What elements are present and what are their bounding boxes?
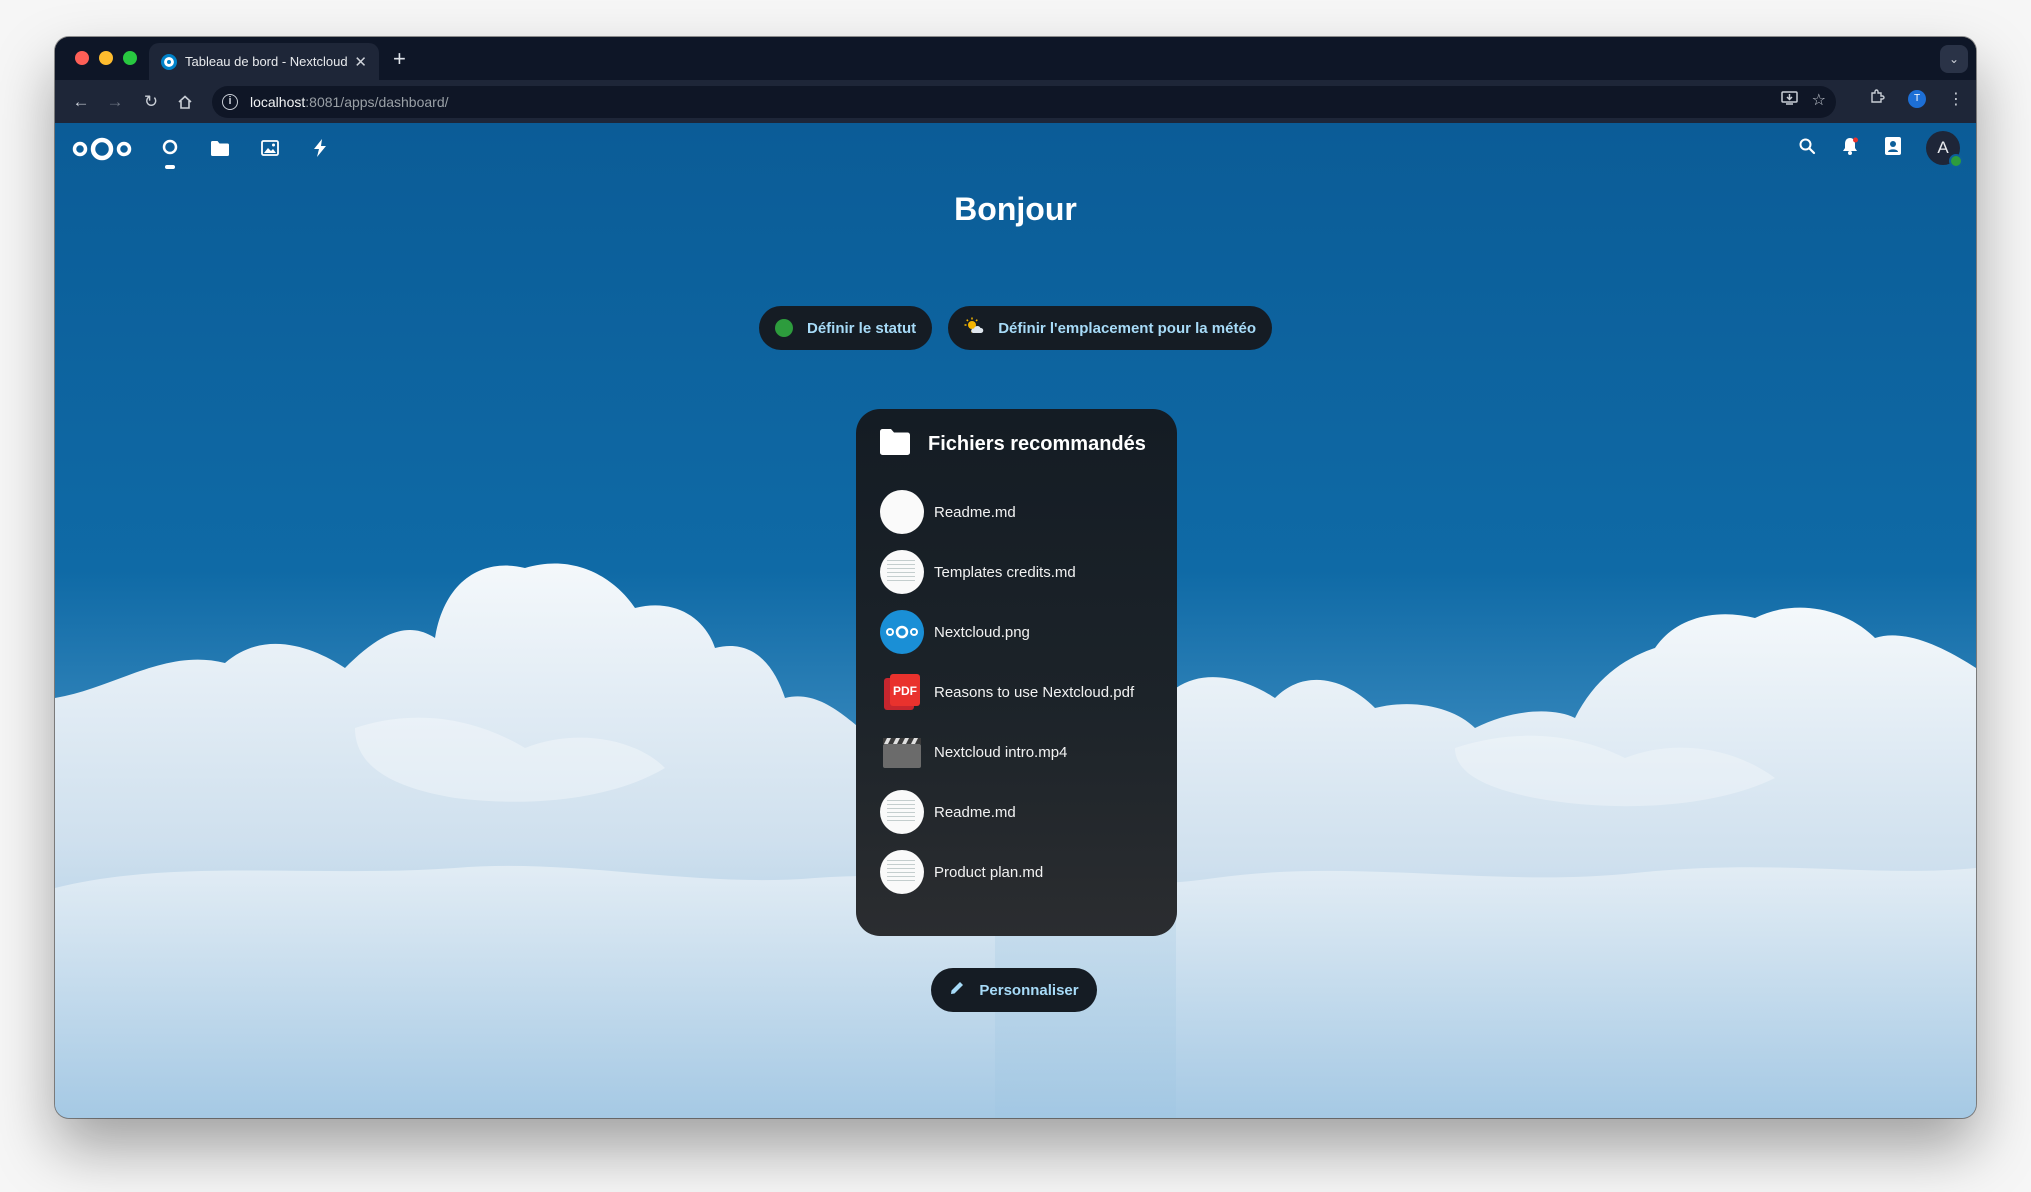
browser-toolbar: ← → ↻ i localhost:8081/apps/dashboard/ ☆…	[55, 80, 1976, 123]
window-controls	[75, 51, 137, 65]
url-path: :8081/apps/dashboard/	[305, 94, 449, 110]
back-button[interactable]: ←	[67, 88, 95, 116]
online-status-icon	[775, 319, 793, 337]
browser-window: Tableau de bord - Nextcloud ✕ + ⌄ ← → ↻ …	[55, 37, 1976, 1118]
notifications-bell-icon[interactable]	[1840, 136, 1860, 161]
nextcloud-favicon-icon	[161, 53, 177, 70]
active-app-indicator	[165, 165, 175, 169]
file-thumbnail	[880, 550, 924, 594]
avatar-initial: A	[1937, 138, 1949, 157]
file-name: Nextcloud.png	[934, 623, 1030, 641]
user-avatar[interactable]: A	[1926, 131, 1963, 168]
customize-button[interactable]: Personnaliser	[931, 968, 1097, 1012]
file-name: Reasons to use Nextcloud.pdf	[934, 683, 1135, 701]
file-item[interactable]: Nextcloud.png	[880, 602, 1153, 662]
address-bar[interactable]: i localhost:8081/apps/dashboard/ ☆	[212, 86, 1836, 118]
url-host: localhost	[250, 94, 306, 110]
nextcloud-image-thumbnail	[880, 610, 924, 654]
file-item[interactable]: Readme.md	[880, 782, 1153, 842]
user-status-indicator	[1949, 154, 1963, 168]
nextcloud-logo-icon[interactable]	[71, 137, 133, 166]
status-actions: Définir le statut Définir l'emplacement …	[55, 306, 1976, 350]
file-name: Nextcloud intro.mp4	[934, 743, 1068, 761]
maximize-window-button[interactable]	[123, 51, 137, 65]
install-app-icon[interactable]	[1780, 90, 1798, 111]
tab-strip: Tableau de bord - Nextcloud ✕ + ⌄	[55, 37, 1976, 80]
file-item[interactable]: PDF Reasons to use Nextcloud.pdf	[880, 662, 1153, 722]
extensions-icon[interactable]	[1869, 88, 1886, 110]
bookmark-star-icon[interactable]: ☆	[1812, 90, 1826, 111]
file-thumbnail	[880, 790, 924, 834]
recommended-files-list: Readme.md Templates credits.md Nextcloud…	[880, 482, 1153, 902]
tab-title: Tableau de bord - Nextcloud	[185, 54, 348, 69]
folder-icon	[880, 429, 910, 460]
file-name: Templates credits.md	[934, 563, 1076, 581]
file-thumbnail	[880, 850, 924, 894]
new-tab-button[interactable]: +	[393, 47, 406, 71]
nextcloud-header: A	[55, 123, 1976, 173]
site-info-icon[interactable]: i	[222, 94, 238, 110]
reload-button[interactable]: ↻	[137, 88, 165, 116]
greeting-title: Bonjour	[954, 191, 1077, 227]
dashboard-icon[interactable]	[157, 135, 183, 161]
home-button[interactable]	[171, 88, 199, 116]
contacts-icon[interactable]	[1884, 136, 1902, 161]
set-weather-location-button[interactable]: Définir l'emplacement pour la météo	[948, 306, 1272, 350]
file-name: Product plan.md	[934, 863, 1044, 881]
file-item[interactable]: Product plan.md	[880, 842, 1153, 902]
set-status-label: Définir le statut	[807, 319, 917, 337]
set-weather-label: Définir l'emplacement pour la météo	[998, 319, 1256, 337]
tab-search-button[interactable]: ⌄	[1940, 45, 1968, 73]
svg-text:PDF: PDF	[893, 684, 917, 698]
forward-button[interactable]: →	[101, 88, 129, 116]
browser-tab[interactable]: Tableau de bord - Nextcloud ✕	[149, 43, 379, 80]
file-name: Readme.md	[934, 503, 1016, 521]
file-item[interactable]: Templates credits.md	[880, 542, 1153, 602]
widget-title: Fichiers recommandés	[928, 433, 1146, 455]
pencil-icon	[949, 980, 965, 1000]
profile-avatar[interactable]: T	[1908, 90, 1926, 108]
photos-icon[interactable]	[257, 135, 283, 161]
customize-label: Personnaliser	[979, 981, 1079, 999]
close-window-button[interactable]	[75, 51, 89, 65]
recommended-files-widget: Fichiers recommandés Readme.md Templates…	[856, 409, 1177, 936]
file-name: Readme.md	[934, 803, 1016, 821]
file-item[interactable]: Readme.md	[880, 482, 1153, 542]
browser-menu-icon[interactable]: ⋮	[1948, 89, 1964, 109]
search-icon[interactable]	[1798, 137, 1816, 160]
nextcloud-page: A Bonjour Définir le statut Définir l'em…	[55, 123, 1976, 1118]
close-tab-icon[interactable]: ✕	[354, 53, 367, 71]
file-thumbnail	[880, 490, 924, 534]
minimize-window-button[interactable]	[99, 51, 113, 65]
file-item[interactable]: Nextcloud intro.mp4	[880, 722, 1153, 782]
activity-icon[interactable]	[307, 135, 333, 161]
pdf-file-icon: PDF	[880, 670, 924, 714]
set-status-button[interactable]: Définir le statut	[759, 306, 933, 350]
files-icon[interactable]	[207, 135, 233, 161]
video-file-icon	[880, 730, 924, 774]
weather-sun-cloud-icon	[964, 317, 984, 339]
widget-header: Fichiers recommandés	[880, 429, 1153, 460]
